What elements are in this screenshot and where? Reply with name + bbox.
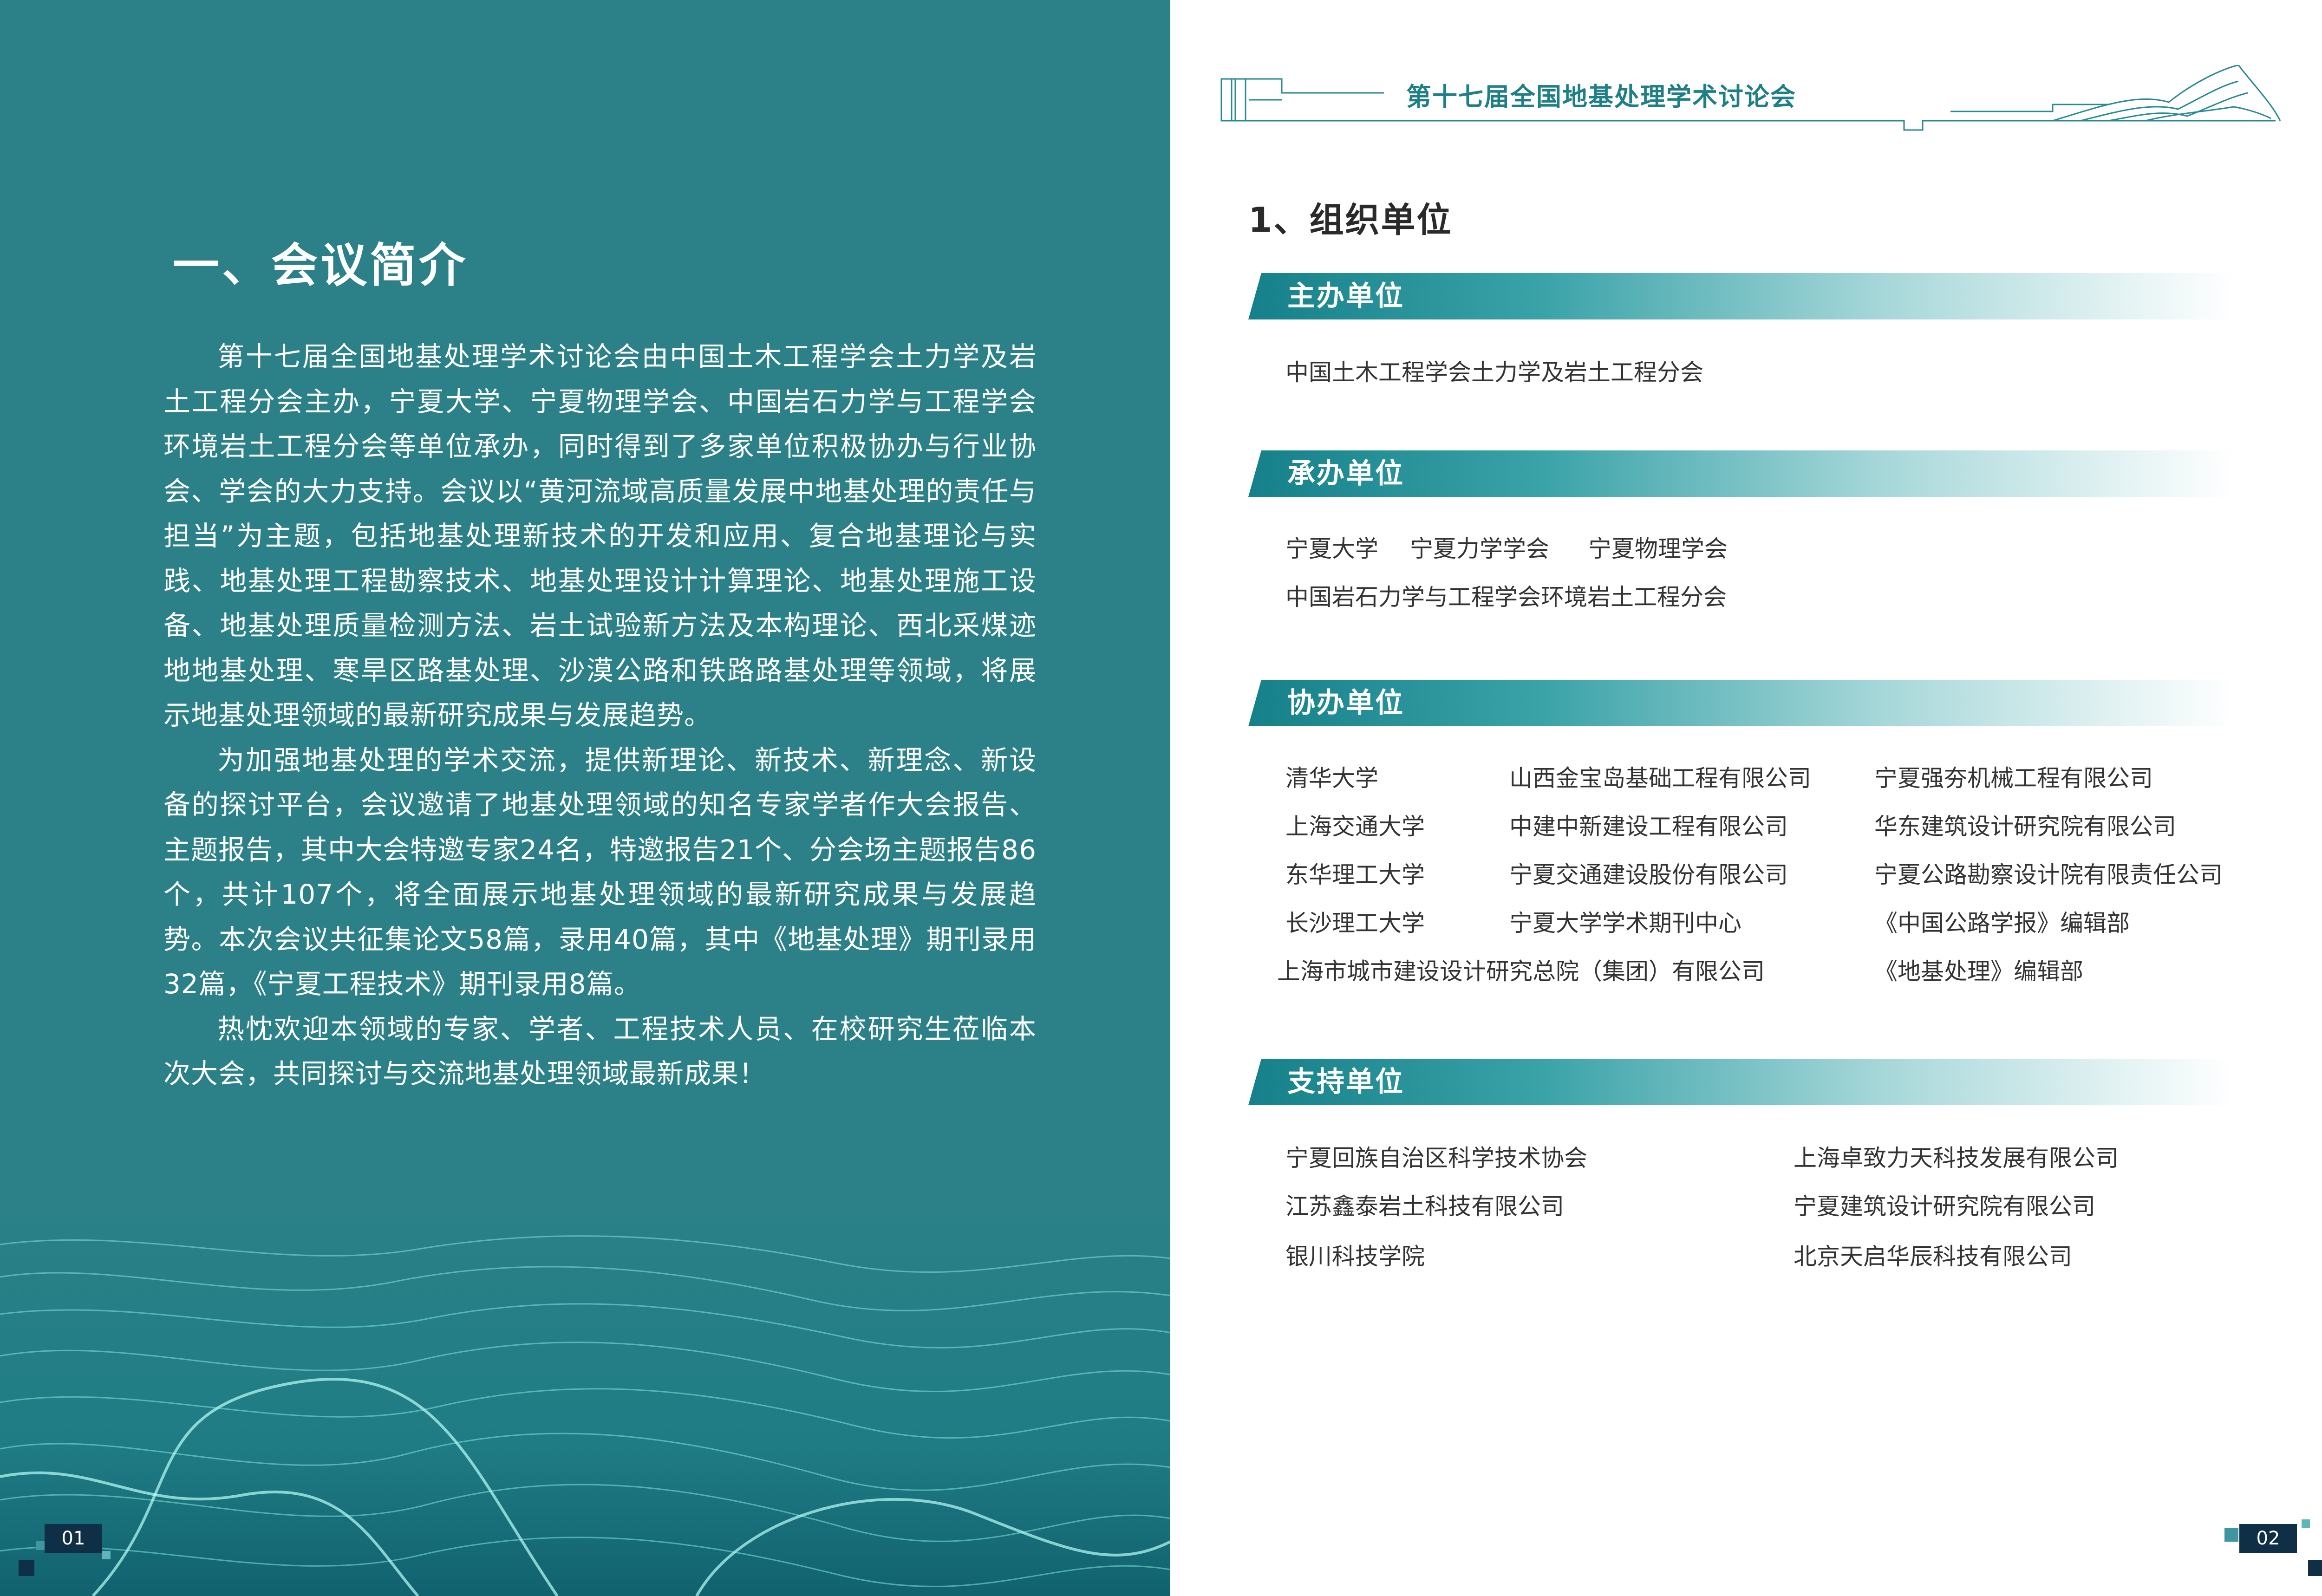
org-co-6: 华东建筑设计研究院有限公司 [1874, 813, 2176, 840]
org-support-4: 宁夏建筑设计研究院有限公司 [1794, 1193, 2095, 1220]
organization-title: 1、组织单位 [1248, 200, 1453, 240]
section-label-organizer: 承办单位 [1287, 457, 1404, 490]
org-support-6: 北京天启华辰科技有限公司 [1794, 1243, 2072, 1270]
section-bar-co-organizer: 协办单位 [1248, 680, 2233, 726]
org-support-2: 上海卓致力天科技发展有限公司 [1794, 1145, 2119, 1172]
org-organizer-3: 宁夏物理学会 [1588, 535, 1728, 562]
org-co-8: 宁夏交通建设股份有限公司 [1509, 861, 1788, 888]
org-co-1: 清华大学 [1285, 765, 1378, 792]
pixel-square-decoration [19, 1560, 34, 1576]
org-support-1: 宁夏回族自治区科学技术协会 [1285, 1145, 1587, 1172]
left-page: 一、会议简介 第十七届全国地基处理学术讨论会由中国土木工程学会土力学及岩土工程分… [0, 0, 1170, 1596]
section-bar-support: 支持单位 [1248, 1059, 2233, 1105]
org-co-13: 上海市城市建设设计研究总院（集团）有限公司 [1277, 958, 1765, 985]
section-heading: 一、会议简介 [173, 238, 468, 293]
org-co-12: 《中国公路学报》编辑部 [1874, 910, 2130, 937]
org-co-9: 宁夏公路勘察设计院有限责任公司 [1874, 861, 2223, 888]
header-title: 第十七届全国地基处理学术讨论会 [1406, 82, 1796, 111]
page-number-right: 02 [2239, 1524, 2297, 1553]
right-page: 第十七届全国地基处理学术讨论会 1、组织单位 主办单位 中国土木工程学会土力学及… [1170, 0, 2322, 1596]
org-organizer-2: 宁夏力学学会 [1410, 535, 1549, 562]
org-support-3: 江苏鑫泰岩土科技有限公司 [1285, 1193, 1564, 1220]
org-host-1: 中国土木工程学会土力学及岩土工程分会 [1285, 359, 1703, 386]
section-bar-host: 主办单位 [1248, 273, 2233, 319]
section-label-host: 主办单位 [1287, 280, 1404, 313]
pixel-square-decoration [36, 1541, 46, 1550]
intro-text: 第十七届全国地基处理学术讨论会由中国土木工程学会土力学及岩土工程分会主办，宁夏大… [163, 334, 1037, 1096]
org-co-5: 中建中新建设工程有限公司 [1509, 813, 1788, 840]
org-co-4: 上海交通大学 [1285, 813, 1425, 840]
org-co-3: 宁夏强夯机械工程有限公司 [1874, 765, 2153, 792]
org-organizer-1: 宁夏大学 [1285, 535, 1378, 562]
org-co-11: 宁夏大学学术期刊中心 [1509, 910, 1742, 937]
org-co-10: 长沙理工大学 [1285, 910, 1425, 937]
org-co-2: 山西金宝岛基础工程有限公司 [1509, 765, 1811, 792]
page-number-left: 01 [45, 1524, 102, 1553]
section-label-support: 支持单位 [1287, 1066, 1404, 1098]
org-co-14: 《地基处理》编辑部 [1874, 958, 2083, 985]
org-co-7: 东华理工大学 [1285, 861, 1425, 888]
org-support-5: 银川科技学院 [1285, 1243, 1425, 1270]
pixel-square-decoration [2224, 1528, 2238, 1542]
pixel-square-decoration [102, 1551, 111, 1559]
pixel-square-decoration [2302, 1519, 2310, 1528]
pixel-square-decoration [2308, 1560, 2322, 1576]
org-organizer-4: 中国岩石力学与工程学会环境岩土工程分会 [1285, 584, 1727, 611]
intro-paragraph-1: 第十七届全国地基处理学术讨论会由中国土木工程学会土力学及岩土工程分会主办，宁夏大… [163, 341, 1037, 731]
intro-paragraph-2: 为加强地基处理的学术交流，提供新理论、新技术、新理念、新设备的探讨平台，会议邀请… [163, 744, 1037, 1000]
section-label-co-organizer: 协办单位 [1287, 687, 1404, 719]
topographic-wave-graphic [0, 1235, 1170, 1596]
section-bar-organizer: 承办单位 [1248, 450, 2233, 497]
intro-paragraph-3: 热忱欢迎本领域的专家、学者、工程技术人员、在校研究生莅临本次大会，共同探讨与交流… [163, 1013, 1037, 1090]
